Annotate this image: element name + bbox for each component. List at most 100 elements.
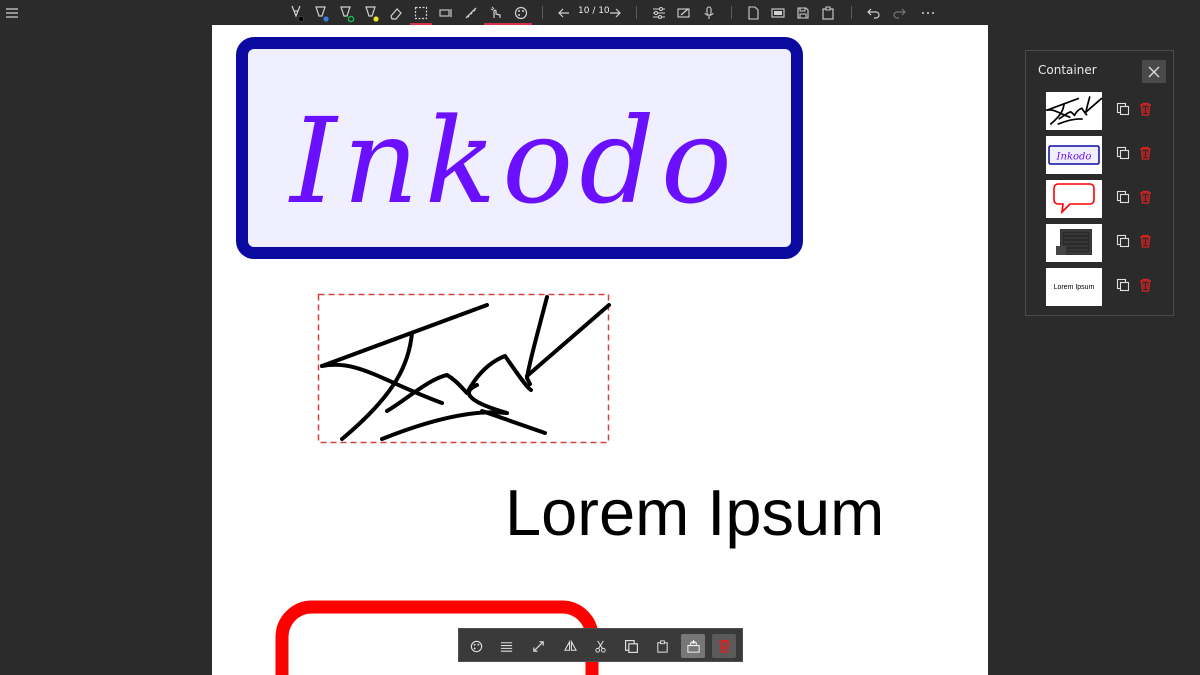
logo-text: Inkodo (288, 92, 738, 230)
panel-title: Container (1038, 63, 1097, 77)
sign-icon (677, 7, 690, 18)
drawing-canvas[interactable]: Inkodo Lorem Ipsum (212, 25, 988, 675)
arrow-right-icon (610, 8, 621, 17)
container-item-text[interactable]: Lorem Ipsum (1046, 268, 1166, 306)
container-item-logo[interactable]: Inkodo (1046, 136, 1166, 174)
close-icon (1148, 66, 1160, 77)
lasso-select-icon (414, 6, 428, 19)
thumbnail-logo-text: Inkodo (1056, 152, 1092, 163)
touch-write-tool[interactable] (484, 0, 508, 25)
ctx-color-button[interactable] (464, 634, 488, 658)
color-palette-icon (470, 640, 482, 652)
duplicate-item-button[interactable] (1116, 190, 1130, 204)
delete-item-button[interactable] (1139, 190, 1152, 204)
marker-icon (365, 5, 379, 22)
paste-button[interactable] (816, 0, 840, 25)
close-panel-button[interactable] (1142, 60, 1166, 83)
resize-icon (532, 640, 544, 652)
copy-icon (624, 639, 638, 653)
microphone-icon (704, 5, 714, 19)
new-page-button[interactable] (741, 0, 765, 25)
copy-icon (1116, 234, 1130, 248)
pen-tool-blue[interactable] (309, 0, 333, 25)
menu-button[interactable] (0, 0, 24, 25)
ruler-tool[interactable] (459, 0, 483, 25)
new-page-icon (748, 5, 759, 20)
settings-sliders-icon (653, 6, 665, 19)
cut-icon (594, 640, 606, 653)
pen-tool-black[interactable] (284, 0, 308, 25)
trash-icon (1140, 146, 1151, 160)
signature-drawing[interactable] (317, 293, 612, 448)
ctx-flip-button[interactable] (558, 634, 582, 658)
more-icon (922, 11, 934, 14)
thumbnail-signature (1046, 92, 1102, 130)
redo-button[interactable] (887, 0, 911, 25)
ctx-line-style-button[interactable] (494, 634, 518, 658)
ctx-cut-button[interactable] (588, 634, 612, 658)
lorem-text[interactable]: Lorem Ipsum (505, 475, 884, 550)
thumbnail-text: Lorem Ipsum (1046, 268, 1102, 306)
delete-item-button[interactable] (1139, 278, 1152, 292)
duplicate-item-button[interactable] (1116, 234, 1130, 248)
trash-icon (1140, 234, 1151, 248)
highlighter-tool-green[interactable] (334, 0, 358, 25)
copy-icon (1116, 190, 1130, 204)
line-style-icon (500, 641, 512, 652)
sign-button[interactable] (672, 0, 696, 25)
color-palette-tool[interactable] (509, 0, 533, 25)
ruler-icon (465, 7, 477, 18)
copy-icon (1116, 102, 1130, 116)
thumbnail-logo: Inkodo (1046, 136, 1102, 174)
ctx-copy-button[interactable] (619, 634, 643, 658)
toolbar-separator (851, 6, 852, 19)
paste-icon (656, 639, 668, 653)
more-options-button[interactable] (916, 0, 940, 25)
undo-button[interactable] (862, 0, 886, 25)
eraser-tool[interactable] (384, 0, 408, 25)
redo-icon (893, 8, 906, 19)
delete-item-button[interactable] (1139, 146, 1152, 160)
pen-icon (315, 5, 329, 22)
toolbar-separator (636, 6, 637, 19)
undo-icon (867, 8, 880, 19)
ctx-paste-button[interactable] (650, 634, 674, 658)
menu-icon (6, 7, 18, 18)
container-item-speech-bubble[interactable] (1046, 180, 1166, 218)
copy-icon (1116, 146, 1130, 160)
container-item-image[interactable] (1046, 224, 1166, 262)
color-palette-icon (514, 6, 528, 19)
marker-tool-yellow[interactable] (359, 0, 383, 25)
delete-item-button[interactable] (1139, 102, 1152, 116)
add-to-container-icon (686, 639, 700, 653)
logo-box[interactable]: Inkodo (236, 37, 806, 261)
thumbnail-image (1046, 224, 1102, 262)
container-item-signature[interactable] (1046, 92, 1166, 130)
ctx-add-to-container-button[interactable] (681, 634, 705, 658)
microphone-button[interactable] (697, 0, 721, 25)
arrow-left-icon (558, 8, 569, 17)
image-icon (771, 7, 785, 18)
ctx-delete-button[interactable] (712, 634, 736, 658)
previous-page-button[interactable] (552, 0, 576, 25)
duplicate-item-button[interactable] (1116, 102, 1130, 116)
thumbnail-text-label: Lorem Ipsum (1053, 283, 1095, 291)
keyboard-tool[interactable] (434, 0, 458, 25)
lasso-select-tool[interactable] (409, 0, 433, 25)
touch-write-icon (490, 6, 501, 18)
main-toolbar: 10 / 10 (0, 0, 1200, 25)
trash-icon (1140, 278, 1151, 292)
save-button[interactable] (791, 0, 815, 25)
trash-icon (1140, 102, 1151, 116)
paste-icon (822, 6, 834, 20)
insert-image-button[interactable] (766, 0, 790, 25)
duplicate-item-button[interactable] (1116, 278, 1130, 292)
delete-item-button[interactable] (1139, 234, 1152, 248)
copy-icon (1116, 278, 1130, 292)
next-page-button[interactable] (603, 0, 627, 25)
ctx-resize-button[interactable] (526, 634, 550, 658)
keyboard-icon (439, 8, 452, 17)
settings-button[interactable] (647, 0, 671, 25)
highlighter-icon (340, 5, 355, 22)
duplicate-item-button[interactable] (1116, 146, 1130, 160)
